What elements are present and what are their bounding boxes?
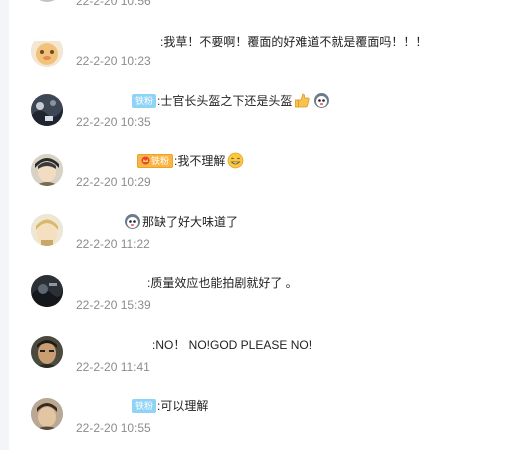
avatar-image — [31, 214, 63, 246]
comment-content: :NO！ NO!GOD PLEASE NO! — [152, 338, 313, 352]
comment-content: :我草！不要啊！覆面的好难道不就是覆面吗！！！ — [160, 35, 428, 49]
avatar-image — [31, 275, 63, 307]
comment-item: . 那缺了好大味道了 22-2-20 11:22 — [0, 213, 510, 273]
fan-crown-icon — [141, 156, 150, 165]
comment-time: 22-2-20 10:29 — [76, 175, 151, 189]
comment-content: :我不理解 — [174, 154, 226, 168]
comment-item: .铁粉:士官长头盔之下还是头盔 22-2-20 10:35 — [0, 92, 510, 152]
comment-time: 22-2-20 11:41 — [76, 360, 150, 374]
fan-badge: 铁粉 — [132, 399, 157, 413]
avatar[interactable] — [31, 275, 63, 307]
ghost-emoji — [124, 213, 141, 230]
avatar[interactable] — [31, 336, 63, 368]
username-redacted[interactable]: . — [76, 33, 160, 51]
fan-badge: 铁粉 — [137, 154, 174, 168]
ghost-emoji — [313, 92, 330, 109]
comment-content: :可以理解 — [157, 399, 209, 413]
username-redacted[interactable]: . — [76, 397, 132, 415]
comment-text-line: .铁粉:可以理解 — [76, 397, 208, 415]
comment-time: 22-2-20 10:56 — [76, 0, 151, 8]
avatar[interactable] — [31, 214, 63, 246]
avatar-image — [31, 94, 63, 126]
avatar-image — [31, 35, 63, 67]
comment-time: 22-2-20 10:35 — [76, 115, 151, 129]
grin-emoji — [227, 152, 244, 169]
comment-item: .:我草！不要啊！覆面的好难道不就是覆面吗！！！ 22-2-20 10:23 — [0, 33, 510, 93]
username-redacted[interactable]: . — [76, 274, 147, 292]
comment-time: 22-2-20 15:39 — [76, 298, 151, 312]
comment-text-line: .:我草！不要啊！覆面的好难道不就是覆面吗！！！ — [76, 33, 427, 51]
fan-badge: 铁粉 — [132, 94, 157, 108]
comment-time: 22-2-20 10:55 — [76, 421, 151, 435]
avatar-image — [31, 398, 63, 430]
comment-item: .铁粉:我不理解 22-2-20 10:29 — [0, 152, 510, 212]
avatar[interactable] — [31, 35, 63, 67]
comment-text-line: .:NO！ NO!GOD PLEASE NO! — [76, 336, 312, 354]
username-redacted[interactable]: . — [76, 213, 124, 231]
comment-content: :士官长头盔之下还是头盔 — [157, 94, 293, 108]
avatar-image — [31, 154, 63, 186]
comment-time: 22-2-20 10:23 — [76, 54, 151, 68]
comment-item: .:质量效应也能拍剧就好了 。 22-2-20 15:39 — [0, 274, 510, 334]
comment-list: 22-2-20 10:56 .:我草！不要啊！覆面的好难道不就是覆面吗！！！ 2… — [0, 0, 510, 450]
comment-item: .铁粉:可以理解 22-2-20 10:55 — [0, 397, 510, 457]
avatar[interactable] — [31, 94, 63, 126]
avatar[interactable] — [31, 0, 63, 2]
avatar-image — [31, 336, 63, 368]
comment-text-line: .铁粉:士官长头盔之下还是头盔 — [76, 92, 330, 110]
comment-text-line: . 那缺了好大味道了 — [76, 213, 238, 231]
comment-text-line: .:质量效应也能拍剧就好了 。 — [76, 274, 298, 292]
thumbs-up-emoji — [294, 92, 311, 109]
avatar[interactable] — [31, 398, 63, 430]
comment-item: .:NO！ NO!GOD PLEASE NO! 22-2-20 11:41 — [0, 336, 510, 396]
comment-time: 22-2-20 11:22 — [76, 237, 150, 251]
username-redacted[interactable]: . — [76, 336, 152, 354]
comment-content: :质量效应也能拍剧就好了 。 — [147, 276, 298, 290]
username-redacted[interactable]: . — [76, 92, 132, 110]
avatar[interactable] — [31, 154, 63, 186]
comment-content: 那缺了好大味道了 — [142, 215, 239, 229]
username-redacted[interactable]: . — [76, 152, 137, 170]
comment-text-line: .铁粉:我不理解 — [76, 152, 244, 170]
